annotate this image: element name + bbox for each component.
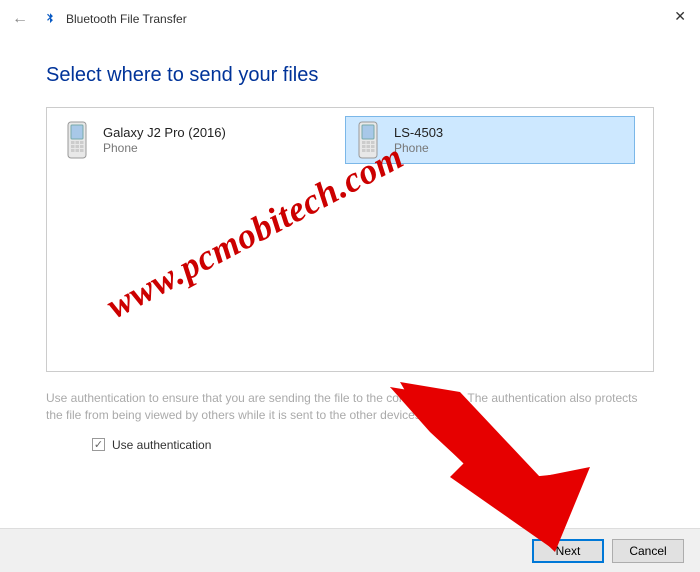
device-text: LS-4503 Phone [394, 125, 443, 155]
phone-icon [352, 120, 384, 160]
content-area: Select where to send your files Galaxy J… [0, 34, 700, 452]
device-type: Phone [394, 141, 443, 155]
device-text: Galaxy J2 Pro (2016) Phone [103, 125, 226, 155]
use-auth-checkbox[interactable]: ✓ [92, 438, 105, 451]
help-text: Use authentication to ensure that you ar… [46, 390, 654, 424]
device-item-galaxy[interactable]: Galaxy J2 Pro (2016) Phone [55, 116, 345, 164]
device-list: Galaxy J2 Pro (2016) Phone LS-4503 Phone [46, 107, 654, 372]
device-item-ls4503[interactable]: LS-4503 Phone [345, 116, 635, 164]
page-heading: Select where to send your files [46, 64, 654, 87]
next-button[interactable]: Next [532, 539, 604, 563]
back-icon[interactable]: ← [12, 10, 28, 28]
bluetooth-icon [42, 11, 58, 27]
phone-icon [61, 120, 93, 160]
use-auth-label: Use authentication [112, 438, 211, 452]
window-title: Bluetooth File Transfer [66, 12, 187, 26]
device-name: LS-4503 [394, 125, 443, 141]
device-type: Phone [103, 141, 226, 155]
button-bar: Next Cancel [0, 528, 700, 572]
title-bar: ← Bluetooth File Transfer ✕ [0, 0, 700, 34]
use-authentication-row[interactable]: ✓ Use authentication [46, 438, 654, 452]
close-icon[interactable]: ✕ [674, 8, 686, 25]
cancel-button[interactable]: Cancel [612, 539, 684, 563]
device-name: Galaxy J2 Pro (2016) [103, 125, 226, 141]
